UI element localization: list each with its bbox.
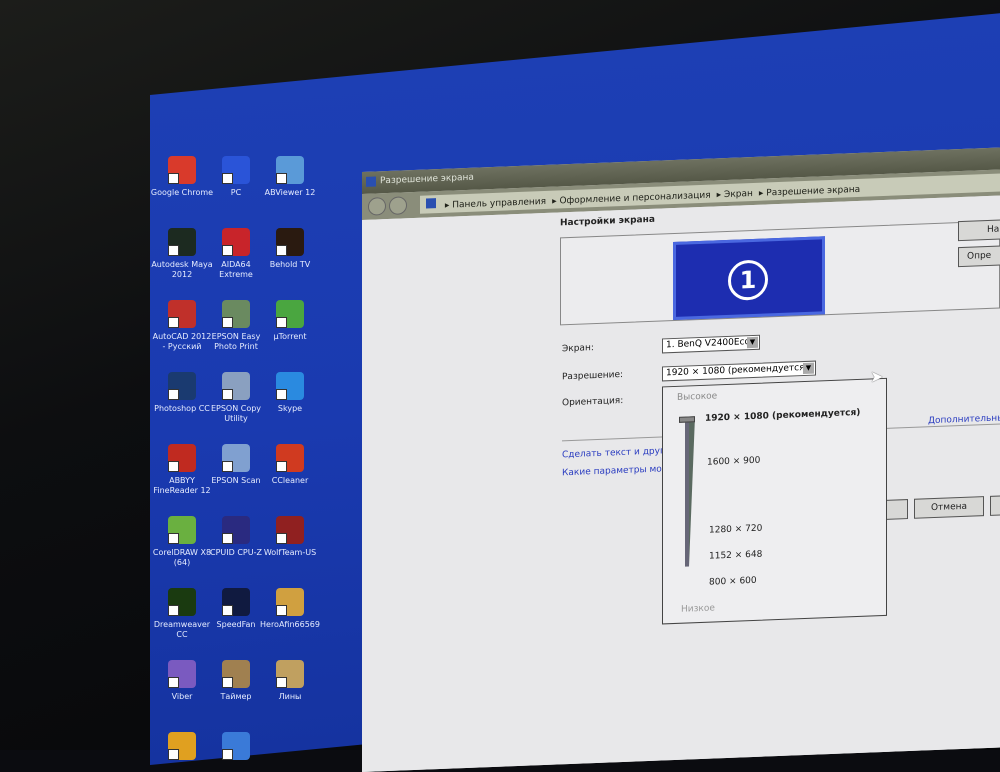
high-label: Высокое <box>677 391 718 403</box>
desktop-icon[interactable]: ABViewer 12 <box>258 156 322 198</box>
desktop-icon-label: HeroAfin66569 <box>260 620 320 629</box>
app-icon <box>222 732 250 760</box>
cancel-button[interactable]: Отмена <box>914 496 984 519</box>
back-button[interactable] <box>368 197 386 216</box>
forward-button[interactable] <box>389 196 407 215</box>
display-preview: 1 <box>560 220 1000 326</box>
content-area: Настройки экрана 1 На Опре Экран: 1. Ben… <box>362 194 1000 772</box>
resolution-slider-thumb[interactable] <box>679 416 695 423</box>
app-icon <box>168 660 196 688</box>
desktop-icon-label: Skype <box>277 404 303 413</box>
app-icon <box>168 156 196 184</box>
monitor-1[interactable]: 1 <box>673 236 825 321</box>
app-icon <box>168 588 196 616</box>
desktop-icon-label: µTorrent <box>273 332 307 341</box>
app-icon <box>276 300 304 328</box>
app-icon <box>222 300 250 328</box>
app-icon <box>222 588 250 616</box>
mouse-cursor-icon: ➤ <box>870 367 884 386</box>
desktop-icon[interactable]: WolfTeam-US <box>258 516 322 558</box>
screen-resolution-window: Разрешение экрана ▸ Панель управления ▸ О… <box>362 146 1000 772</box>
resolution-select-value: 1920 × 1080 (рекомендуется) <box>666 362 809 379</box>
resolution-option[interactable]: 800 × 600 <box>709 576 757 588</box>
app-icon <box>276 516 304 544</box>
low-label: Низкое <box>681 603 715 615</box>
desktop-icon-label: WolfTeam-US <box>263 548 317 557</box>
app-icon <box>222 372 250 400</box>
app-icon <box>276 588 304 616</box>
chevron-down-icon: ▼ <box>747 336 758 349</box>
desktop-icon[interactable]: HeroAfin66569 <box>258 588 322 630</box>
desktop-icons: Google Chrome PC ABViewer 12 Autodesk Maya … <box>150 150 360 760</box>
page-heading: Настройки экрана <box>560 214 655 229</box>
monitor-number: 1 <box>728 259 768 301</box>
app-icon <box>168 516 196 544</box>
desktop-icon-label: CCleaner <box>271 476 309 485</box>
app-icon <box>276 660 304 688</box>
window-icon <box>366 176 376 187</box>
screen-label: Экран: <box>562 343 594 355</box>
resolution-label: Разрешение: <box>562 369 624 383</box>
apply-button[interactable] <box>990 494 1000 516</box>
resolution-select[interactable]: 1920 × 1080 (рекомендуется) ▼ <box>662 360 816 382</box>
find-button[interactable]: На <box>958 218 1000 242</box>
app-icon <box>222 156 250 184</box>
slider-wedge <box>689 416 695 567</box>
resolution-option[interactable]: 1152 × 648 <box>709 550 762 562</box>
resolution-dropdown: Высокое 1920 × 1080 (рекомендуется) 1600… <box>662 377 887 625</box>
screen-select-value: 1. BenQ V2400Eco <box>666 337 751 351</box>
resolution-option[interactable]: 1280 × 720 <box>709 524 762 536</box>
desktop-icon[interactable]: CCleaner <box>258 444 322 486</box>
desktop-icon-label: Behold TV <box>269 260 311 269</box>
app-icon <box>276 372 304 400</box>
app-icon <box>168 228 196 256</box>
screen-select[interactable]: 1. BenQ V2400Eco ▼ <box>662 334 760 354</box>
breadcrumb-item[interactable]: Панель управления <box>452 197 546 211</box>
desktop-icon[interactable]: µTorrent <box>258 300 322 342</box>
app-icon <box>222 228 250 256</box>
chevron-down-icon: ▼ <box>803 362 814 375</box>
control-panel-icon <box>426 198 436 209</box>
app-icon <box>168 300 196 328</box>
app-icon <box>168 732 196 760</box>
desktop-icon-label: ABViewer 12 <box>264 188 316 197</box>
window-title: Разрешение экрана <box>380 172 474 187</box>
app-icon <box>222 516 250 544</box>
breadcrumb-item[interactable]: Разрешение экрана <box>766 185 860 199</box>
desktop-icon[interactable]: Skype <box>258 372 322 414</box>
breadcrumb-item[interactable]: Оформление и персонализация <box>559 191 710 207</box>
desktop-icon[interactable]: Behold TV <box>258 228 322 270</box>
app-icon <box>168 444 196 472</box>
orientation-label: Ориентация: <box>562 395 624 409</box>
resolution-option[interactable]: 1920 × 1080 (рекомендуется) <box>705 408 860 424</box>
app-icon <box>276 444 304 472</box>
desktop-icon[interactable] <box>204 732 268 764</box>
detect-button[interactable]: Опре <box>958 244 1000 268</box>
app-icon <box>222 660 250 688</box>
text-size-link[interactable]: Сделать текст и другие <box>562 446 676 460</box>
app-icon <box>168 372 196 400</box>
desktop-icon-label: Лины <box>278 692 302 701</box>
resolution-option[interactable]: 1600 × 900 <box>707 456 760 468</box>
app-icon <box>222 444 250 472</box>
app-icon <box>276 156 304 184</box>
app-icon <box>276 228 304 256</box>
breadcrumb-item[interactable]: Экран <box>724 189 753 200</box>
desktop-icon[interactable]: Лины <box>258 660 322 702</box>
